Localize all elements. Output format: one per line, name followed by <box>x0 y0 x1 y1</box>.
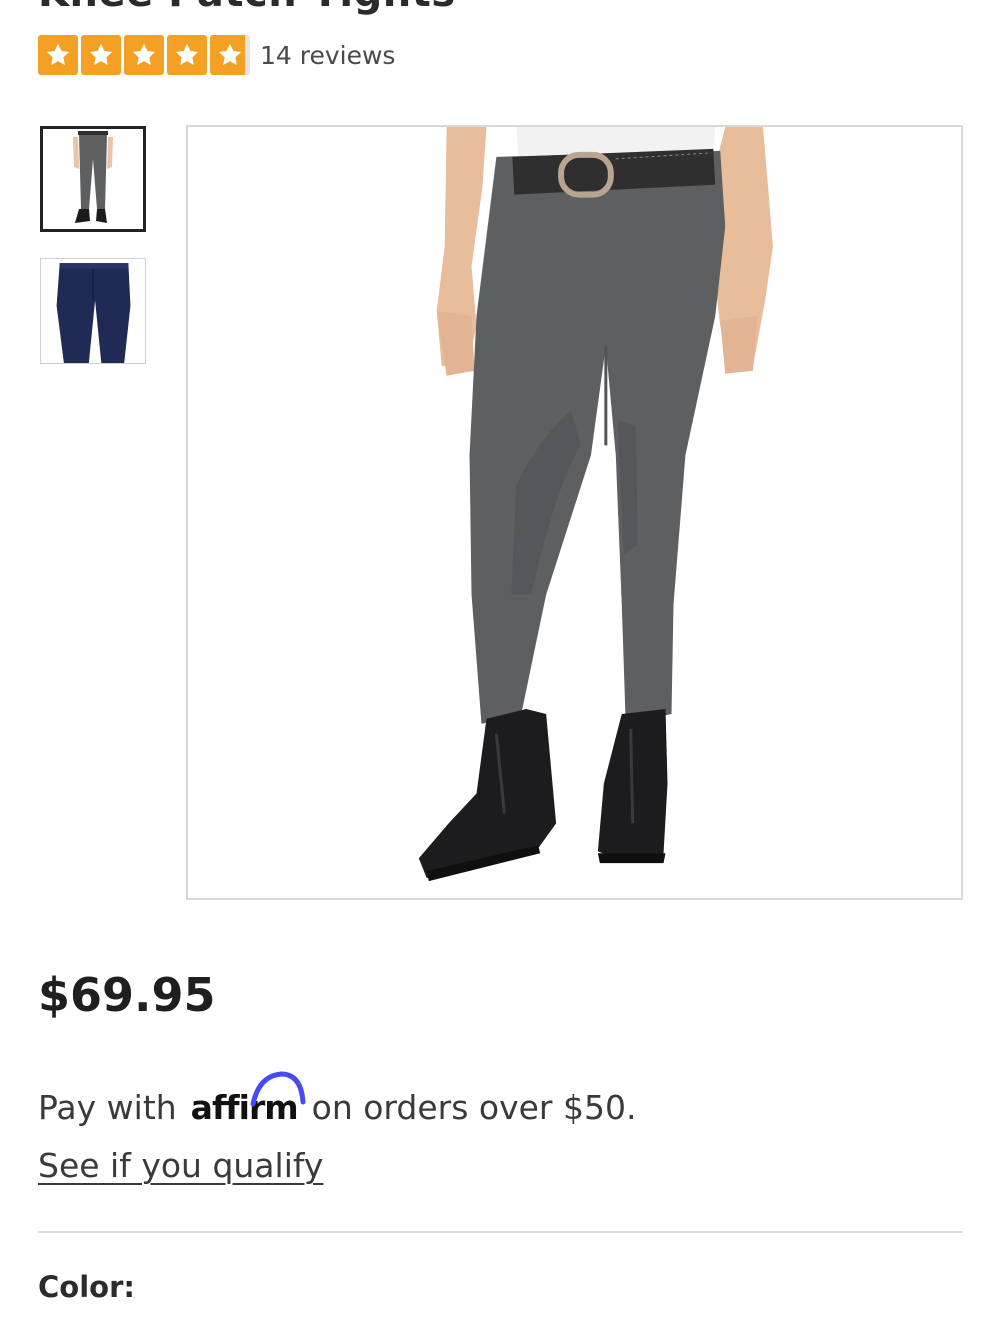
partial-star-icon <box>210 35 250 75</box>
thumbnail-gray-front[interactable] <box>40 126 146 232</box>
product-title: Knee Patch Tights <box>38 0 456 16</box>
divider <box>38 1231 963 1233</box>
financing-message: Pay with affirm on orders over $50. <box>38 1071 637 1127</box>
color-option-label: Color: <box>38 1270 135 1304</box>
see-if-you-qualify-link[interactable]: See if you qualify <box>38 1146 323 1185</box>
reviews-link[interactable]: 14 reviews <box>260 41 395 70</box>
financing-suffix: on orders over $50. <box>311 1088 637 1127</box>
product-rating[interactable]: 14 reviews <box>38 35 395 75</box>
affirm-arc-icon <box>250 1071 306 1107</box>
star-icon <box>38 35 78 75</box>
navy-tights-back-image <box>41 259 145 363</box>
star-icon <box>81 35 121 75</box>
main-product-image[interactable] <box>186 125 963 900</box>
star-icon <box>124 35 164 75</box>
financing-prefix: Pay with <box>38 1088 177 1127</box>
thumbnail-navy-back[interactable] <box>40 258 146 364</box>
gray-tights-model-image <box>188 127 961 898</box>
product-price: $69.95 <box>38 968 216 1022</box>
gray-tights-front-image <box>43 129 143 229</box>
star-rating <box>38 35 250 75</box>
star-icon <box>167 35 207 75</box>
affirm-logo: affirm <box>191 1071 306 1127</box>
